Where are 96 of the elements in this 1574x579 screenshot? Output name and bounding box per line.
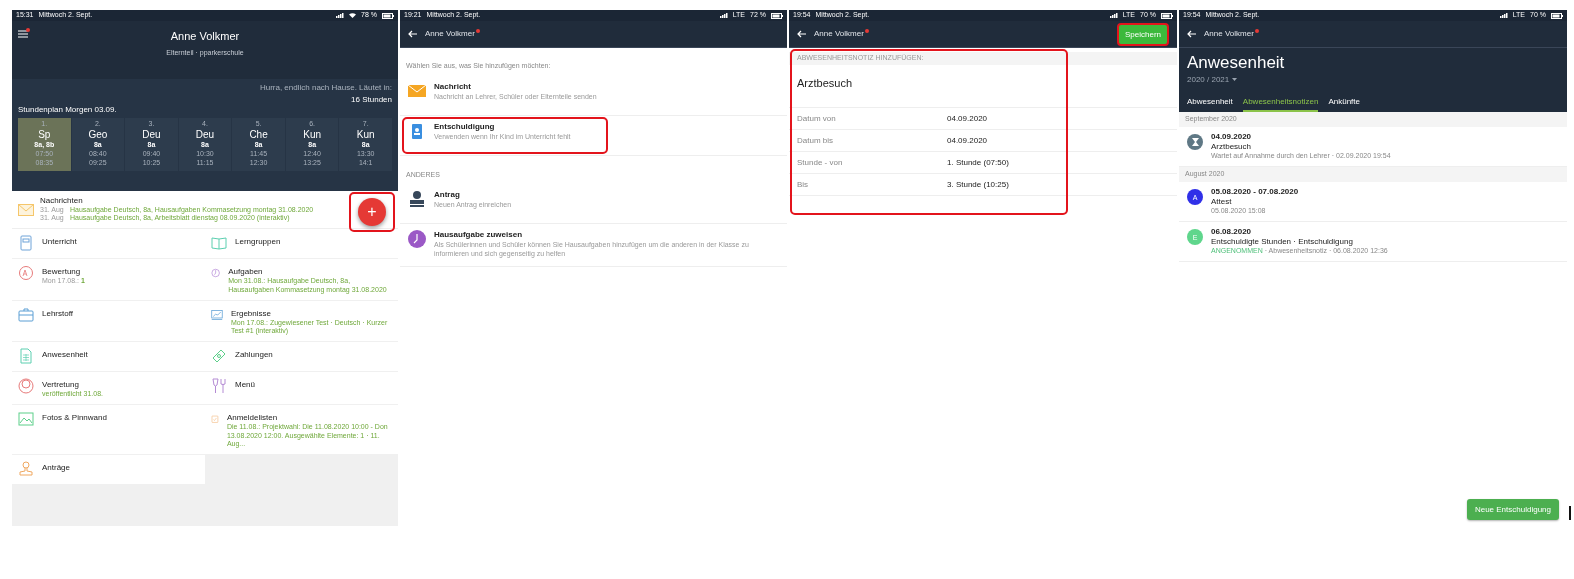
entry-title: Attest xyxy=(1211,197,1233,208)
field-value: 1. Stunde (07:50) xyxy=(947,157,1010,168)
form-row[interactable]: Stunde - von 1. Stunde (07:50) xyxy=(789,152,1177,174)
menu-tile[interactable]: Fotos & Pinnwand xyxy=(12,404,205,454)
hourglass-icon xyxy=(1191,138,1199,147)
battery-icon xyxy=(1551,12,1563,19)
lesson-subject: Deu xyxy=(195,128,215,142)
menu-tile[interactable]: Unterricht xyxy=(12,229,205,258)
battery-icon xyxy=(771,12,783,19)
wifi-icon xyxy=(349,13,357,18)
back-arrow-icon[interactable] xyxy=(408,30,417,38)
option-title: Antrag xyxy=(434,190,461,200)
tile-title: Aufgaben xyxy=(228,267,264,277)
year-selector[interactable]: 2020 / 2021 xyxy=(1187,75,1238,85)
menu-tile[interactable]: Anwesenheit xyxy=(12,342,205,371)
entry-date: 06.08.2020 xyxy=(1211,227,1253,238)
spreadsheet-icon xyxy=(18,348,34,364)
lesson-subject: Kun xyxy=(356,128,375,142)
menu-icon[interactable] xyxy=(18,28,30,38)
tile-title: Anträge xyxy=(42,463,71,473)
glass-fork-icon xyxy=(211,378,227,394)
back-arrow-icon[interactable] xyxy=(797,30,806,38)
lesson-subject: Kun xyxy=(303,128,322,142)
notification-dot xyxy=(864,29,869,33)
signal-icon xyxy=(336,13,345,18)
tab[interactable]: Abwesenheit xyxy=(1187,94,1233,113)
back-arrow-icon[interactable] xyxy=(1187,30,1196,38)
tab[interactable]: Ankünfte xyxy=(1328,94,1360,113)
person-icon xyxy=(18,378,34,394)
battery-icon xyxy=(382,12,394,19)
tile-title: Lerngruppen xyxy=(235,237,281,247)
cursor-mark xyxy=(1569,506,1571,520)
form-row[interactable]: Bis 3. Stunde (10:25) xyxy=(789,174,1177,196)
form-row[interactable]: Datum bis 04.09.2020 xyxy=(789,130,1177,152)
stamp-icon xyxy=(18,461,34,477)
user-name: Anne Volkmer xyxy=(170,30,240,44)
open-book-icon xyxy=(211,235,227,251)
tile-title: Menü xyxy=(235,380,255,390)
stamp-icon xyxy=(408,190,426,208)
grade-icon xyxy=(18,265,34,281)
tile-title: Ergebnisse xyxy=(230,308,272,319)
user-name: Anne Volkmer xyxy=(814,29,864,39)
field-value: 04.09.2020 xyxy=(947,135,989,146)
clock-icon xyxy=(408,230,426,248)
field-label: Datum bis xyxy=(797,135,834,146)
notebook-icon xyxy=(18,235,34,251)
signal-icon xyxy=(1109,13,1118,18)
money-icon xyxy=(211,348,227,364)
tile-title: Bewertung xyxy=(42,267,82,277)
signal-icon xyxy=(1499,13,1508,18)
menu-tile[interactable]: Lerngruppen xyxy=(205,229,398,258)
field-label: Bis xyxy=(797,179,810,190)
photo-icon xyxy=(18,410,34,427)
option-title: Entschuldigung xyxy=(434,122,496,132)
user-name: Anne Volkmer xyxy=(1204,29,1254,39)
entry-title: Arztbesuch xyxy=(1211,142,1253,153)
entry-date: 04.09.2020 xyxy=(1211,132,1253,143)
field-value: 04.09.2020 xyxy=(947,113,989,124)
messages-title: Nachrichten xyxy=(40,195,84,206)
tile-title: Vertretung xyxy=(42,380,80,390)
lesson-subject: Geo xyxy=(88,128,108,142)
menu-tile[interactable]: Lehrstoff xyxy=(12,300,205,341)
envelope-icon xyxy=(408,82,426,100)
option-title: Nachricht xyxy=(434,82,472,92)
tile-title: Lehrstoff xyxy=(42,308,73,319)
caret-icon xyxy=(1232,78,1238,82)
notification-dot xyxy=(475,29,480,33)
notification-dot xyxy=(1254,29,1259,33)
user-name: Anne Volkmer xyxy=(425,29,475,39)
menu-tile[interactable]: Zahlungen xyxy=(205,342,398,371)
lesson-subject: Sp xyxy=(38,128,51,142)
field-label: Datum von xyxy=(797,113,837,124)
tile-title: Unterricht xyxy=(42,237,77,247)
entry-date: 05.08.2020 - 07.08.2020 xyxy=(1211,187,1299,198)
countdown-value: 16 Stunden xyxy=(351,95,392,105)
field-value: 3. Stunde (10:25) xyxy=(947,179,1010,190)
lesson-subject: Che xyxy=(249,128,268,142)
signal-icon xyxy=(719,13,728,18)
tile-title: Fotos & Pinnwand xyxy=(42,412,107,423)
briefcase-icon xyxy=(18,306,34,323)
option-title: Hausaufgabe zuweisen xyxy=(434,230,524,240)
form-row[interactable]: Datum von 04.09.2020 xyxy=(789,108,1177,130)
envelope-icon xyxy=(18,203,34,216)
tile-title: Anmeldelisten xyxy=(226,412,279,423)
entry-title: Entschuldigte Stunden · Entschuldigung xyxy=(1211,237,1354,248)
menu-tile[interactable]: Anträge xyxy=(12,455,205,484)
field-label: Stunde - von xyxy=(797,157,844,168)
menu-tile[interactable]: Menü xyxy=(205,372,398,404)
tile-title: Zahlungen xyxy=(235,350,273,360)
tile-title: Anwesenheit xyxy=(42,350,88,360)
lesson-subject: Deu xyxy=(142,128,161,142)
countdown-text: Hurra, endlich nach Hause. Läutet in: xyxy=(259,83,392,93)
note-title[interactable]: Arztbesuch xyxy=(797,77,853,89)
battery-icon xyxy=(1161,12,1173,19)
page-title: Anwesenheit xyxy=(1187,52,1286,74)
schedule-title: Stundenplan Morgen 03.09. xyxy=(18,105,118,115)
